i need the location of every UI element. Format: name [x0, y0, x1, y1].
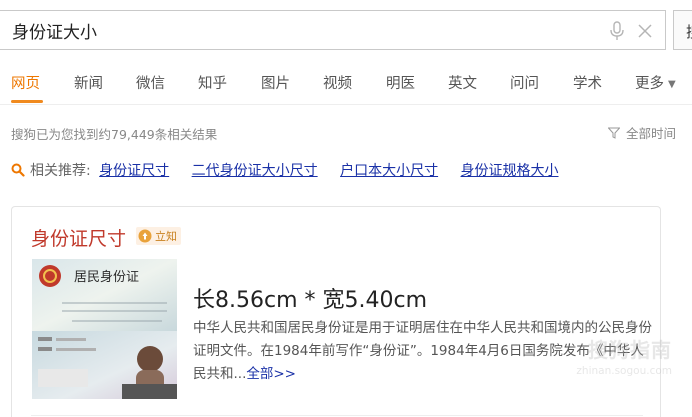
- related-link[interactable]: 身份证尺寸: [99, 163, 169, 179]
- tab-medical[interactable]: 明医: [386, 72, 415, 93]
- lizhi-badge: 立知: [136, 227, 181, 245]
- more-link[interactable]: 全部>>: [246, 366, 296, 382]
- active-tab-indicator: [11, 100, 43, 103]
- search-input[interactable]: [12, 11, 572, 49]
- answer-headline: 长8.56cm * 宽5.40cm: [193, 288, 428, 313]
- time-filter[interactable]: 全部时间: [608, 123, 676, 142]
- lightbulb-icon: [138, 229, 152, 243]
- tab-news[interactable]: 新闻: [74, 72, 103, 93]
- tab-more-label: 更多: [635, 76, 664, 92]
- related-label: 相关推荐:: [30, 163, 91, 179]
- related-searches: 相关推荐: 身份证尺寸 二代身份证大小尺寸 户口本大小尺寸 身份证规格大小: [11, 160, 577, 180]
- caret-down-icon: ▼: [668, 79, 676, 90]
- vertical-tabs: 网页 新闻 微信 知乎 图片 视频 明医 英文 问问 学术 更多 ▼: [0, 69, 692, 105]
- tab-web[interactable]: 网页: [11, 72, 40, 93]
- time-filter-label: 全部时间: [626, 126, 677, 141]
- related-link[interactable]: 身份证规格大小: [461, 163, 559, 179]
- close-icon[interactable]: [636, 22, 654, 40]
- search-button-label: 搜: [686, 21, 692, 42]
- tab-more[interactable]: 更多 ▼: [635, 72, 676, 93]
- id-card-title: 居民身份证: [74, 269, 139, 285]
- search-icon: [11, 163, 25, 177]
- divider: [31, 415, 643, 416]
- answer-card: 身份证尺寸 立知 居民身份证 长8.56cm * 宽5.40cm 中华人民共和国…: [11, 206, 661, 417]
- card-title[interactable]: 身份证尺寸: [31, 224, 126, 251]
- related-link[interactable]: 户口本大小尺寸: [340, 163, 438, 179]
- id-card-image[interactable]: 居民身份证: [32, 259, 177, 399]
- tab-wenwen[interactable]: 问问: [510, 72, 539, 93]
- search-box[interactable]: [0, 10, 666, 50]
- tab-zhihu[interactable]: 知乎: [198, 72, 227, 93]
- related-link[interactable]: 二代身份证大小尺寸: [192, 163, 318, 179]
- tab-academic[interactable]: 学术: [573, 72, 602, 93]
- search-button[interactable]: 搜: [673, 10, 692, 50]
- result-count: 搜狗已为您找到约79,449条相关结果: [11, 127, 218, 142]
- filter-icon: [608, 127, 620, 139]
- answer-description: 中华人民共和国居民身份证是用于证明居住在中华人民共和国境内的公民身份证明文件。在…: [193, 317, 653, 386]
- badge-label: 立知: [155, 230, 177, 243]
- tab-video[interactable]: 视频: [323, 72, 352, 93]
- tab-wechat[interactable]: 微信: [136, 72, 165, 93]
- tab-images[interactable]: 图片: [261, 72, 290, 93]
- microphone-icon[interactable]: [608, 21, 626, 41]
- tab-english[interactable]: 英文: [448, 72, 477, 93]
